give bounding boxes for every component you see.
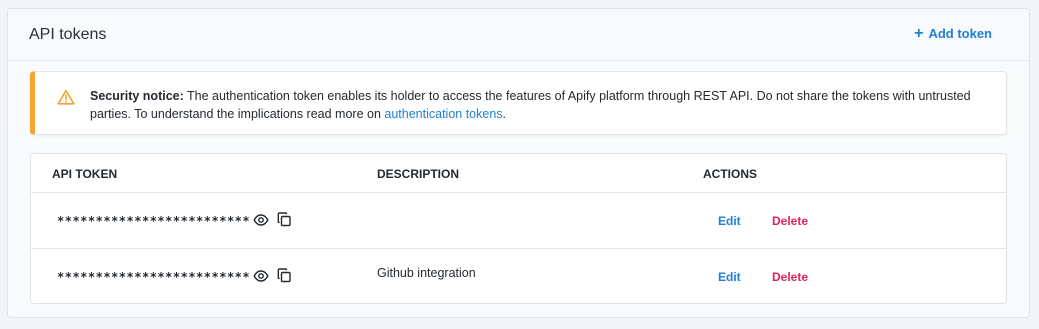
token-value: ************************* [57,270,251,284]
add-token-button[interactable]: + Add token [914,25,992,42]
edit-button[interactable]: Edit [718,214,741,228]
column-header-description: DESCRIPTION [377,167,460,181]
token-description: Github integration [377,266,476,280]
add-token-label: Add token [928,26,992,41]
card-header: API tokens + Add token [8,9,1029,61]
eye-icon[interactable] [253,268,269,284]
page-title: API tokens [29,26,107,43]
table-row: ************************* Edit Delete [31,193,1006,249]
table-row: ************************* Github integra… [31,249,1006,305]
warning-icon [57,89,75,105]
copy-icon[interactable] [277,268,292,283]
security-notice: Security notice: The authentication toke… [30,71,1007,135]
notice-end: . [502,107,507,121]
eye-icon[interactable] [253,212,269,228]
delete-button[interactable]: Delete [772,214,808,228]
plus-icon: + [914,25,924,42]
column-header-api-token: API TOKEN [52,167,118,181]
notice-text: Security notice: The authentication toke… [90,87,976,123]
copy-icon[interactable] [277,212,292,227]
tokens-table: API TOKEN DESCRIPTION ACTIONS **********… [30,153,1007,304]
token-value: ************************* [57,214,251,228]
notice-bold-label: Security notice: [90,89,184,103]
edit-button[interactable]: Edit [718,270,741,284]
api-tokens-card: API tokens + Add token Security notice: … [7,8,1030,318]
delete-button[interactable]: Delete [772,270,808,284]
notice-body: The authentication token enables its hol… [90,89,971,121]
table-header: API TOKEN DESCRIPTION ACTIONS [31,154,1006,193]
card-body: Security notice: The authentication toke… [8,61,1029,317]
authentication-tokens-link[interactable]: authentication tokens [384,107,502,121]
column-header-actions: ACTIONS [703,167,757,181]
